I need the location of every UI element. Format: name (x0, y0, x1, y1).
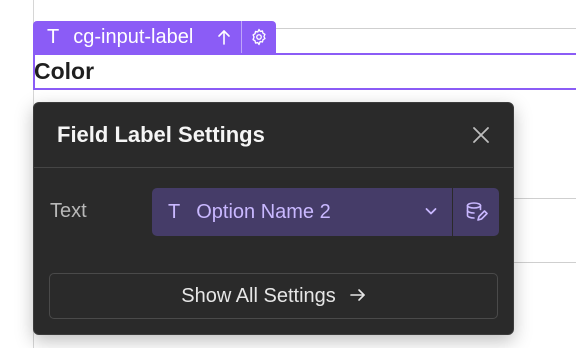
element-tag-main[interactable]: T cg-input-label (33, 21, 241, 53)
chevron-down-icon (424, 201, 438, 224)
selection-outline (33, 53, 576, 90)
panel-title: Field Label Settings (57, 122, 265, 147)
database-edit-icon[interactable] (453, 188, 499, 236)
text-field-row: Text T Option Name 2 (34, 188, 513, 236)
arrow-right-icon (349, 285, 366, 308)
text-type-icon: T (47, 25, 60, 48)
text-type-icon: T (168, 200, 181, 223)
text-value: Option Name 2 (196, 200, 331, 223)
field-label-settings-panel: Field Label Settings Text T Option Name … (33, 102, 514, 335)
canvas-guide-horizontal (514, 198, 576, 199)
text-field-label: Text (50, 200, 87, 222)
text-value-select[interactable]: T Option Name 2 (152, 188, 453, 236)
show-all-settings-label: Show All Settings (181, 284, 336, 307)
show-all-settings-button[interactable]: Show All Settings (49, 273, 498, 319)
canvas-guide-horizontal (514, 262, 576, 263)
arrow-up-icon[interactable] (207, 28, 233, 46)
gear-icon[interactable] (241, 21, 276, 53)
close-icon[interactable] (469, 123, 493, 147)
element-tag-label: cg-input-label (73, 25, 194, 48)
selected-text[interactable]: Color (34, 58, 94, 85)
element-tag[interactable]: T cg-input-label (33, 21, 277, 53)
panel-header: Field Label Settings (34, 103, 513, 168)
text-binding-control[interactable]: T Option Name 2 (152, 188, 499, 236)
